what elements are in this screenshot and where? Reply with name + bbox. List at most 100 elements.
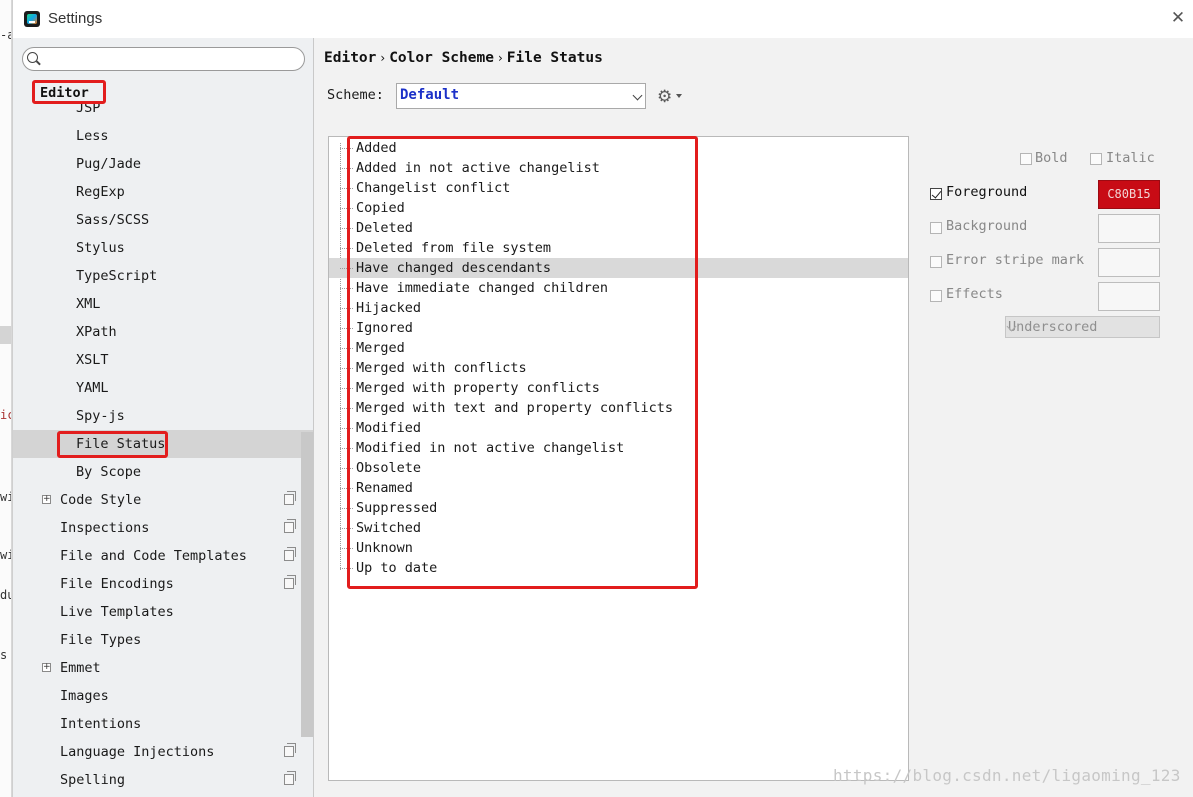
search-box[interactable] [22,47,305,71]
sidebar-item[interactable]: XSLT [13,346,313,374]
annotation-box-file-status [57,431,168,458]
sidebar-item-label: Code Style [60,492,142,508]
sidebar-item[interactable]: + Emmet [13,654,313,682]
sidebar-item[interactable]: By Scope [13,458,313,486]
sidebar-item-label: Less [76,128,109,144]
sidebar-item[interactable]: Spelling [13,766,313,794]
expand-plus-icon[interactable]: + [42,495,51,504]
sidebar-item[interactable]: Live Templates [13,598,313,626]
effects-checkbox[interactable] [930,290,942,302]
sidebar-item-label: Images [60,688,109,704]
scheme-value: Default [400,87,460,103]
background-fragment: wi [0,548,11,562]
bold-checkbox[interactable] [1020,153,1032,165]
foreground-color-value: C80B15 [1107,187,1151,201]
project-scope-copy-icon [284,771,296,785]
sidebar-item[interactable]: Images [13,682,313,710]
breadcrumb: Editor › Color Scheme › File Status [324,50,603,66]
sidebar-item-label: Inspections [60,520,150,536]
background-fragment: du [0,588,11,602]
sidebar-item-label: Live Templates [60,604,174,620]
background-label: Background [946,218,1028,234]
tree-section-editor[interactable]: Editor [40,85,89,101]
sidebar-item[interactable]: + Code Style [13,486,313,514]
effect-type-select[interactable]: Underscored [1005,316,1160,338]
background-color-swatch[interactable] [1098,214,1160,243]
foreground-checkbox[interactable] [930,188,942,200]
sidebar-item[interactable]: Spy-js [13,402,313,430]
sidebar-item[interactable]: Language Injections [13,738,313,766]
settings-dialog: Settings ✕ Editor JSP Less Pug/Jade RegExp S… [12,0,1193,797]
close-icon[interactable]: ✕ [1168,8,1188,28]
sidebar-item-label: Spy-js [76,408,125,424]
sidebar-item[interactable]: Intentions [13,710,313,738]
webstorm-app-icon [24,11,40,27]
breadcrumb-separator: › [497,51,503,65]
sidebar-item[interactable]: Pug/Jade [13,150,313,178]
breadcrumb-editor[interactable]: Editor [324,50,376,66]
effect-type-value: Underscored [1008,319,1098,335]
sidebar-item[interactable]: Sass/SCSS [13,206,313,234]
effects-color-swatch[interactable] [1098,282,1160,311]
sidebar-item[interactable]: RegExp [13,178,313,206]
error-stripe-checkbox[interactable] [930,256,942,268]
sidebar-item-label: Emmet [60,660,101,676]
background-fragment: s [0,648,8,662]
sidebar-item-label: Pug/Jade [76,156,142,172]
chevron-down-icon [632,90,643,101]
scheme-settings-button[interactable]: ⚙ [657,88,684,106]
sidebar-item[interactable]: File Types [13,626,313,654]
sidebar-item[interactable]: File and Code Templates [13,542,313,570]
project-scope-copy-icon [284,575,296,589]
sidebar-item[interactable]: XPath [13,318,313,346]
scheme-label: Scheme: [327,87,384,103]
breadcrumb-color-scheme[interactable]: Color Scheme [389,50,494,66]
bold-label: Bold [1035,150,1068,166]
watermark: https://blog.csdn.net/ligaoming_123 [833,766,1181,785]
project-scope-copy-icon [284,743,296,757]
sidebar-item-label: XSLT [76,352,109,368]
effects-label: Effects [946,286,1003,302]
project-scope-copy-icon [284,547,296,561]
sidebar-item[interactable]: TypeScript [13,262,313,290]
sidebar-item[interactable]: Less [13,122,313,150]
foreground-color-swatch[interactable]: C80B15 [1098,180,1160,209]
scheme-select[interactable]: Default [396,83,646,109]
background-fragment: ic [0,408,11,422]
sidebar-item-label: File and Code Templates [60,548,247,564]
sidebar-item-label: Sass/SCSS [76,212,150,228]
sidebar-item-label: XML [76,296,101,312]
foreground-label: Foreground [946,184,1028,200]
sidebar-item-label: RegExp [76,184,125,200]
sidebar-item-label: Intentions [60,716,142,732]
background-fragment: wi [0,490,11,504]
background-checkbox[interactable] [930,222,942,234]
sidebar-item[interactable]: Inspections [13,514,313,542]
sidebar-item[interactable]: YAML [13,374,313,402]
annotation-box-status-list [347,136,698,589]
background-editor-strip: -a ic wi wi du s [0,0,12,797]
project-scope-copy-icon [284,491,296,505]
error-stripe-color-swatch[interactable] [1098,248,1160,277]
expand-plus-icon[interactable]: + [42,663,51,672]
settings-sidebar: Editor JSP Less Pug/Jade RegExp Sass/SCSS Sty… [13,38,314,797]
window-title: Settings [48,10,103,27]
sidebar-item[interactable]: XML [13,290,313,318]
dropdown-arrow-icon [676,94,682,98]
sidebar-item[interactable]: File Encodings [13,570,313,598]
breadcrumb-file-status: File Status [506,50,603,66]
gear-icon: ⚙ [657,87,673,107]
error-stripe-label: Error stripe mark [946,252,1085,268]
sidebar-scrollbar[interactable] [301,432,313,737]
title-bar: Settings ✕ [13,0,1193,38]
sidebar-item[interactable]: Stylus [13,234,313,262]
search-input[interactable] [45,50,295,68]
breadcrumb-separator: › [380,51,386,65]
italic-label: Italic [1106,150,1155,166]
sidebar-item-label: By Scope [76,464,142,480]
italic-checkbox[interactable] [1090,153,1102,165]
sidebar-item-label: XPath [76,324,117,340]
background-selection [0,326,11,344]
sidebar-item-label: File Types [60,632,142,648]
sidebar-item-label: YAML [76,380,109,396]
